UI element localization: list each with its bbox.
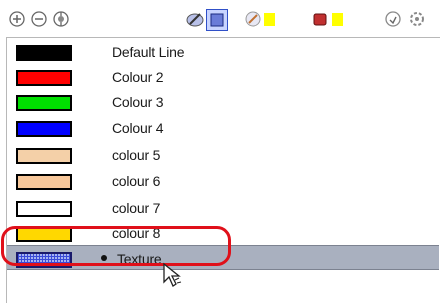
palette-toolbar	[0, 0, 440, 36]
colour-swatch	[16, 201, 72, 217]
colour-swatch	[16, 121, 72, 137]
colour-row[interactable]: colour 5	[7, 142, 439, 167]
colour-name: colour 7	[112, 200, 161, 216]
remove-colour-button[interactable]	[30, 10, 48, 28]
gear-icon	[410, 12, 424, 26]
colour-row[interactable]: colour 6	[7, 168, 439, 193]
line-colour-button[interactable]	[244, 10, 262, 28]
colour-row[interactable]: Colour 3	[7, 89, 439, 114]
square-icon	[210, 13, 224, 27]
edit-colour-button[interactable]	[186, 10, 204, 28]
colour-swatch	[16, 174, 72, 190]
colour-name: Colour 3	[112, 94, 164, 110]
settings-button[interactable]	[408, 10, 426, 28]
colour-name: Colour 4	[112, 120, 164, 136]
colour-swatch	[16, 95, 72, 111]
colour-name: Colour 2	[112, 69, 164, 85]
mouse-cursor-icon	[162, 262, 184, 293]
colour-row[interactable]: Default Line	[7, 39, 439, 64]
colour-swatch	[16, 45, 72, 61]
line-colour-swatch[interactable]	[264, 13, 275, 26]
colour-name: Default Line	[112, 44, 185, 60]
lock-button[interactable]	[384, 10, 402, 28]
palette-options-button[interactable]	[52, 10, 70, 28]
fill-colour-swatch[interactable]	[332, 13, 343, 26]
brush-icon	[245, 11, 261, 27]
plus-circle-icon	[9, 11, 25, 27]
colour-row[interactable]: colour 7	[7, 195, 439, 220]
add-colour-button[interactable]	[8, 10, 26, 28]
lock-icon	[385, 11, 401, 27]
minus-circle-icon	[31, 11, 47, 27]
colour-swatch	[16, 70, 72, 86]
bucket-icon	[313, 13, 327, 26]
pencil-icon	[186, 13, 204, 27]
texture-mode-button[interactable]	[206, 9, 228, 31]
wheel-icon	[53, 11, 69, 27]
colour-swatch	[16, 148, 72, 164]
fill-colour-button[interactable]	[311, 10, 329, 28]
highlight-annotation	[1, 226, 231, 266]
colour-name: colour 5	[112, 147, 161, 163]
colour-row[interactable]: Colour 4	[7, 115, 439, 140]
colour-row[interactable]: Colour 2	[7, 64, 439, 89]
colour-name: colour 6	[112, 173, 161, 189]
